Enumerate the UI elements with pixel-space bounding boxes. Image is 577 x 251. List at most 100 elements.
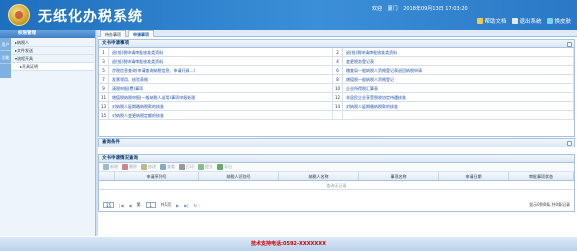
query-panel-title: 查询条件 (102, 140, 120, 145)
toolbar-icon (217, 164, 223, 170)
page-size-select[interactable]: 15 (103, 202, 115, 208)
toolbar-button-5[interactable]: 提交 (198, 164, 213, 170)
column-header[interactable]: 审批事项状态 (509, 172, 574, 180)
sidebar-item-file-send[interactable]: ▸文件发送 (12, 47, 94, 55)
row-number: 2 (333, 48, 343, 57)
sidebar-item-certificate[interactable]: ▸开具证明 (12, 63, 94, 71)
collapse-icon[interactable] (567, 41, 572, 47)
column-header[interactable]: 事项名称 (359, 172, 439, 180)
toolbar-button-label: 删除 (129, 164, 137, 169)
skin-icon (547, 18, 554, 24)
toolbar-icon (141, 164, 147, 170)
application-link[interactable]: 退(抵)税申请审批核准类资料 (109, 57, 333, 66)
application-link[interactable] (343, 111, 574, 120)
list-toolbar: 新增 删除 修改 查看 打印 提交 导出 (99, 163, 574, 172)
page-total: 共1页 (160, 202, 172, 207)
app-title: 无纸化办税系统 (38, 9, 143, 25)
header-bar: 无纸化办税系统 欢迎 厦门 2018年09月13日 17:03:20 帮助文档 … (0, 0, 577, 30)
application-link[interactable]: 增值税一般纳税人资格登记 (343, 75, 574, 84)
tab-application[interactable]: 申请事项 (128, 30, 154, 37)
skin-link[interactable]: 换皮肤 (547, 17, 571, 25)
column-header[interactable]: 纳税人识别号 (199, 172, 279, 180)
toolbar-button-label: 导出 (224, 164, 232, 169)
application-link[interactable]: 增值税纳税申报(一般纳税人适用)事项申报处理 (109, 93, 333, 102)
app-root: 无纸化办税系统 欢迎 厦门 2018年09月13日 17:03:20 帮助文档 … (0, 0, 577, 251)
row-number: 7 (99, 75, 109, 84)
application-link[interactable]: 对纳税人延期缴纳税款的核准 (343, 102, 574, 111)
help-doc-link[interactable]: 帮助文档 (477, 17, 506, 25)
application-link[interactable]: 非居民企业享受税收协定待遇核准 (343, 93, 574, 102)
query-panel: 查询条件 (98, 138, 575, 147)
expand-icon[interactable] (567, 140, 572, 146)
row-number: 4 (333, 57, 343, 66)
list-panel: 文书申请情况查询 新增 删除 修改 查看 打印 提交 导出 申请序列号 纳税人识别号 纳税人名称… (98, 154, 575, 212)
row-number: 1 (99, 48, 109, 57)
application-link[interactable]: 变更税务登记表 (343, 57, 574, 66)
tab-todo[interactable]: 待办事项 (100, 30, 126, 37)
column-header[interactable]: 申请日期 (439, 172, 509, 180)
empty-message: 查询无记录 (99, 181, 574, 190)
header-links: 帮助文档 退出系统 换皮肤 (477, 17, 571, 25)
toolbar-icon (179, 164, 185, 170)
tab-strip: 待办事项 申请事项 (98, 30, 577, 37)
toolbar-icon (122, 164, 128, 170)
page-number-input[interactable]: 1 (145, 202, 156, 208)
tax-emblem-logo (8, 4, 30, 26)
header-user-info: 欢迎 厦门 2018年09月13日 17:03:20 (372, 5, 472, 12)
row-number: 9 (99, 84, 109, 93)
application-link[interactable]: 稽查局一般纳税人资格登记表退回纳税申请 (343, 66, 574, 75)
application-panel-title: 文书申请事项 (102, 41, 129, 46)
row-number: 6 (333, 66, 343, 75)
sidebar-vtab-user[interactable]: 用户 (0, 38, 11, 51)
sidebar-item-flow[interactable]: ▾流程开具 (12, 55, 94, 63)
toolbar-icon (160, 164, 166, 170)
row-number: 13 (99, 102, 109, 111)
list-column-header: 申请序列号 纳税人识别号 纳税人名称 事项名称 申请日期 审批事项状态 (99, 172, 574, 181)
toolbar-button-label: 查看 (167, 164, 175, 169)
application-link[interactable]: 企业所得税汇算表 (343, 84, 574, 93)
toolbar-button-0[interactable]: 新增 (103, 164, 118, 170)
sidebar-vtab-function[interactable]: 功能 (0, 51, 11, 64)
row-number (333, 111, 343, 120)
column-header[interactable]: 申请序列号 (115, 172, 199, 180)
skin-label: 换皮肤 (554, 19, 571, 25)
application-link[interactable]: 退(抵)税申请审批核准类资料 (109, 48, 333, 57)
last-page-button[interactable]: ▶| (184, 203, 188, 208)
row-number: 3 (99, 57, 109, 66)
toolbar-button-6[interactable]: 导出 (217, 164, 232, 170)
toolbar-icon (103, 164, 109, 170)
column-header[interactable]: 纳税人名称 (279, 172, 359, 180)
toolbar-icon (198, 164, 204, 170)
sidebar-item-taxpayer[interactable]: ▸纳税人 (12, 39, 94, 47)
page-label: 第 (136, 202, 141, 207)
row-number: 14 (333, 102, 343, 111)
toolbar-button-label: 新增 (110, 164, 118, 169)
help-icon (477, 18, 484, 24)
application-link[interactable]: 退(抵)税申请审批核准类资料 (343, 48, 574, 57)
refresh-icon[interactable]: ↻ (194, 203, 197, 208)
application-link[interactable]: 涉税信息查询(申请查询纳税信息、申请开具...) (109, 66, 333, 75)
datetime-text: 2018年09月13日 17:03:20 (403, 6, 468, 12)
toolbar-button-4[interactable]: 打印 (179, 164, 194, 170)
application-link[interactable]: 发票领用、核验表格 (109, 75, 333, 84)
toolbar-button-3[interactable]: 查看 (160, 164, 175, 170)
prev-page-button[interactable]: ◀ (129, 203, 132, 208)
toolbar-button-2[interactable]: 修改 (141, 164, 156, 170)
application-link[interactable]: 清税申报(费)事项 (109, 84, 333, 93)
city-text: 厦门 (387, 6, 398, 12)
toolbar-button-1[interactable]: 删除 (122, 164, 137, 170)
sidebar-vertical-tabs: 用户 功能 (0, 38, 11, 78)
welcome-text: 欢迎 (372, 6, 383, 12)
first-page-button[interactable]: |◀ (119, 203, 123, 208)
logout-link[interactable]: 退出系统 (512, 17, 541, 25)
next-page-button[interactable]: ▶ (176, 203, 179, 208)
row-number: 12 (333, 93, 343, 102)
toolbar-button-label: 修改 (148, 164, 156, 169)
select-all-checkbox[interactable] (99, 172, 115, 180)
row-number: 15 (99, 111, 109, 120)
toolbar-button-label: 打印 (186, 164, 194, 169)
application-link[interactable]: 对纳税人变更纳税定额的核准 (109, 111, 333, 120)
list-panel-header: 文书申请情况查询 (99, 155, 574, 163)
application-link[interactable]: 对纳税人延期缴纳税款的核准 (109, 102, 333, 111)
sidebar-menu: ▸纳税人 ▸文件发送 ▾流程开具 ▸开具证明 (12, 39, 94, 71)
